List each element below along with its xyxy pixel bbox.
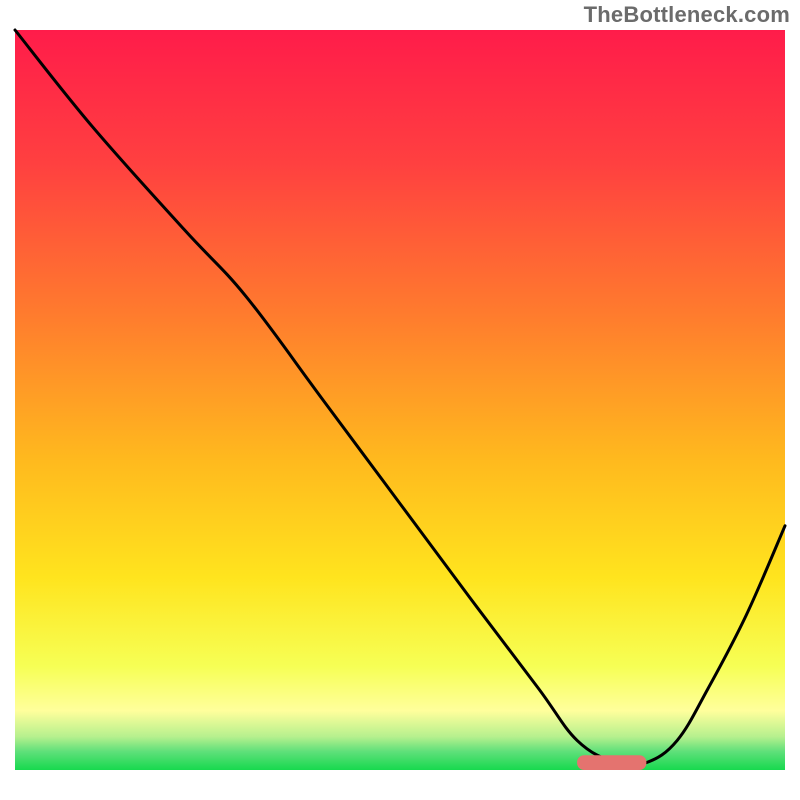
watermark-text: TheBottleneck.com [584,2,790,28]
chart-svg [0,0,800,800]
gradient-panel [15,30,785,770]
optimal-range-marker [577,755,646,770]
chart-stage: TheBottleneck.com [0,0,800,800]
